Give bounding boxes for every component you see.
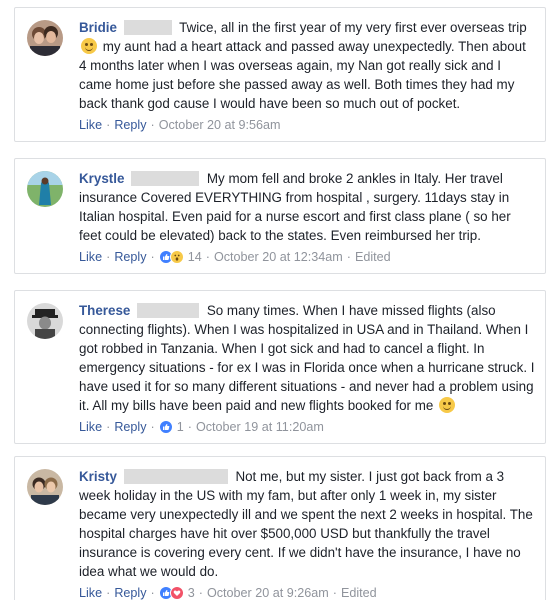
comment: Bridie Twice, all in the first year of m… <box>14 7 546 142</box>
reactions-summary[interactable] <box>158 250 184 264</box>
heart-reaction-icon <box>169 586 184 600</box>
redacted-surname <box>123 20 172 35</box>
separator-dot: · <box>106 118 111 132</box>
comment-actions: Like · Reply · 14 · October 20 at 12:34a… <box>79 249 535 265</box>
reaction-count[interactable]: 14 <box>188 249 202 265</box>
separator-dot: · <box>205 250 210 264</box>
author-name[interactable]: Therese <box>79 303 130 318</box>
separator-dot: · <box>150 250 155 264</box>
comment-text: Not me, but my sister. I just got back f… <box>79 469 533 579</box>
avatar[interactable] <box>27 171 63 207</box>
comment-body: Kristy Not me, but my sister. I just got… <box>79 467 535 581</box>
redacted-surname <box>123 469 228 484</box>
comment-actions: Like · Reply · 3 · October 20 at 9:26am … <box>79 585 535 600</box>
reply-link[interactable]: Reply <box>114 419 146 435</box>
comment-actions: Like · Reply · 1 · October 19 at 11:20am <box>79 419 535 435</box>
wow-reaction-icon <box>169 250 184 264</box>
redacted-surname <box>131 171 200 186</box>
edited-label[interactable]: Edited <box>355 249 391 265</box>
separator-dot: · <box>106 420 111 434</box>
comment-body: Krystle My mom fell and broke 2 ankles i… <box>79 169 535 245</box>
avatar[interactable] <box>27 303 63 339</box>
separator-dot: · <box>150 420 155 434</box>
comment: Therese So many times. When I have misse… <box>14 290 546 444</box>
avatar-photo <box>27 469 63 505</box>
redacted-surname <box>137 303 200 318</box>
reactions-summary[interactable] <box>158 420 173 434</box>
smiling-face-emoji-icon <box>439 397 456 413</box>
separator-dot: · <box>187 420 192 434</box>
avatar-photo <box>27 20 63 56</box>
avatar-photo <box>27 171 63 207</box>
comment: Krystle My mom fell and broke 2 ankles i… <box>14 158 546 274</box>
edited-label[interactable]: Edited <box>341 585 377 600</box>
separator-dot: · <box>150 118 155 132</box>
comment-text: Twice, all in the first year of my very … <box>179 20 527 35</box>
comment-text: So many times. When I have missed flight… <box>79 303 535 413</box>
separator-dot: · <box>106 586 111 600</box>
reactions-summary[interactable] <box>158 586 184 600</box>
avatar-photo <box>27 303 63 339</box>
reaction-count[interactable]: 3 <box>188 585 195 600</box>
timestamp[interactable]: October 19 at 11:20am <box>196 419 324 435</box>
comment-body: Bridie Twice, all in the first year of m… <box>79 18 535 113</box>
like-link[interactable]: Like <box>79 117 102 133</box>
comment-text-continued: my aunt had a heart attack and passed aw… <box>79 39 526 111</box>
separator-dot: · <box>346 250 351 264</box>
comment-body: Therese So many times. When I have misse… <box>79 301 535 415</box>
smiling-face-emoji-icon <box>81 38 97 54</box>
separator-dot: · <box>106 250 111 264</box>
comment-actions: Like · Reply · October 20 at 9:56am <box>79 117 535 133</box>
author-name[interactable]: Krystle <box>79 171 124 186</box>
comment: Kristy Not me, but my sister. I just got… <box>14 456 546 600</box>
reaction-count[interactable]: 1 <box>177 419 184 435</box>
separator-dot: · <box>332 586 337 600</box>
timestamp[interactable]: October 20 at 9:56am <box>159 117 281 133</box>
reply-link[interactable]: Reply <box>114 585 146 600</box>
author-name[interactable]: Kristy <box>79 469 117 484</box>
timestamp[interactable]: October 20 at 9:26am <box>207 585 329 600</box>
like-link[interactable]: Like <box>79 249 102 265</box>
separator-dot: · <box>150 586 155 600</box>
like-link[interactable]: Like <box>79 419 102 435</box>
separator-dot: · <box>198 586 203 600</box>
timestamp[interactable]: October 20 at 12:34am <box>214 249 343 265</box>
like-link[interactable]: Like <box>79 585 102 600</box>
thumbs-up-reaction-icon <box>158 420 173 434</box>
reply-link[interactable]: Reply <box>114 117 146 133</box>
author-name[interactable]: Bridie <box>79 20 117 35</box>
avatar[interactable] <box>27 20 63 56</box>
reply-link[interactable]: Reply <box>114 249 146 265</box>
avatar[interactable] <box>27 469 63 505</box>
